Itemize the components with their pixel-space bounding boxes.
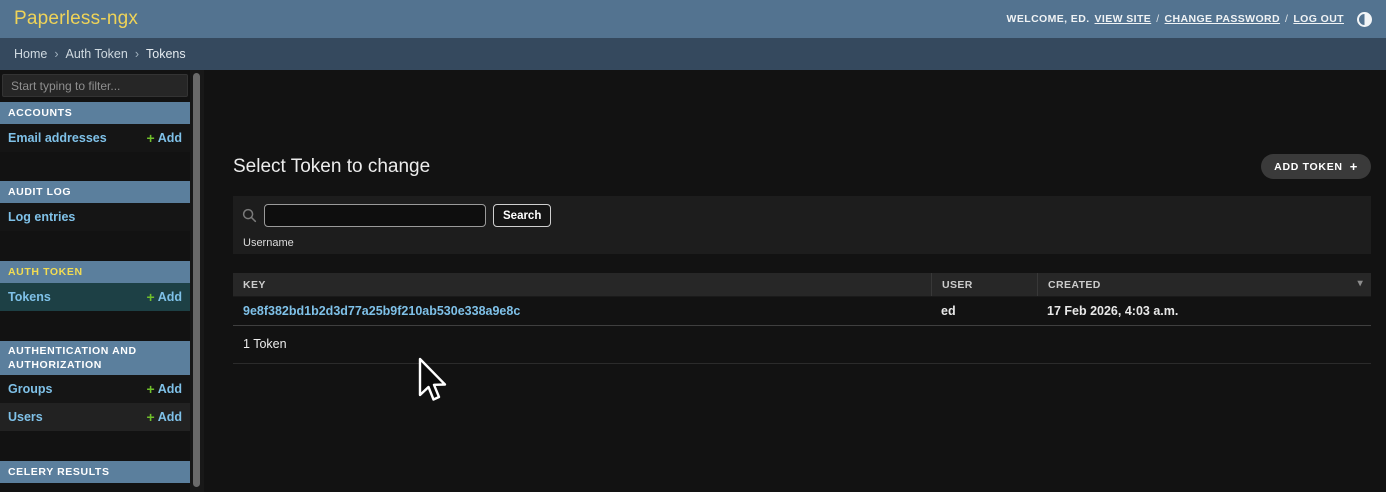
plus-icon: + [1350, 159, 1358, 174]
theme-toggle-icon[interactable] [1357, 12, 1372, 27]
add-user-link[interactable]: + Add [147, 409, 183, 425]
search-input[interactable] [264, 204, 486, 227]
nav-sidebar: ACCOUNTS Email addresses + Add AUDIT LOG… [0, 70, 190, 492]
sidebar-section-authentication: AUTHENTICATION AND AUTHORIZATION Groups … [0, 341, 190, 431]
sidebar-item-label: Groups [8, 382, 52, 396]
separator: / [1285, 13, 1288, 25]
breadcrumb-separator: › [54, 47, 58, 61]
token-user-cell: ed [931, 304, 1037, 318]
sidebar-section-accounts: ACCOUNTS Email addresses + Add [0, 102, 190, 152]
search-hint-label: Username [243, 237, 294, 249]
column-header-created[interactable]: CREATED ▾ [1037, 273, 1371, 296]
welcome-text: WELCOME, ED. [1007, 13, 1090, 25]
table-row: 9e8f382bd1b2d3d77a25b9f210ab530e338a9e8c… [233, 297, 1371, 326]
add-label: Add [158, 290, 182, 304]
column-header-created-label: CREATED [1048, 279, 1101, 291]
user-tools: WELCOME, ED. VIEW SITE / CHANGE PASSWORD… [1007, 12, 1372, 27]
add-token-button-label: ADD TOKEN [1274, 161, 1343, 173]
add-label: Add [158, 131, 182, 145]
sidebar-section-celery-results: CELERY RESULTS [0, 461, 190, 483]
results-table: KEY USER CREATED ▾ 9e8f382bd1b2d3d77a25b… [233, 273, 1371, 364]
add-token-button[interactable]: ADD TOKEN + [1261, 154, 1371, 179]
breadcrumb: Home › Auth Token › Tokens [0, 38, 1386, 70]
sidebar-scrollbar [190, 70, 204, 492]
sort-options-icon[interactable]: ▾ [1358, 278, 1363, 289]
logout-link[interactable]: LOG OUT [1293, 13, 1344, 25]
sidebar-item-label: Log entries [8, 210, 75, 224]
search-module: Search Username [233, 196, 1371, 254]
add-group-link[interactable]: + Add [147, 381, 183, 397]
breadcrumb-app-link[interactable]: Auth Token [66, 47, 128, 61]
sidebar-section-title-audit-log[interactable]: AUDIT LOG [0, 181, 190, 203]
breadcrumb-home-link[interactable]: Home [14, 47, 47, 61]
sidebar-item-email-addresses[interactable]: Email addresses + Add [0, 124, 190, 152]
plus-icon: + [147, 381, 155, 397]
sidebar-section-title-auth-token[interactable]: AUTH TOKEN [0, 261, 190, 283]
add-token-link[interactable]: + Add [147, 289, 183, 305]
sidebar-item-tokens[interactable]: Tokens + Add [0, 283, 190, 311]
sidebar-item-log-entries[interactable]: Log entries [0, 203, 190, 231]
page-title: Select Token to change [233, 156, 430, 178]
column-header-key[interactable]: KEY [233, 273, 931, 296]
plus-icon: + [147, 289, 155, 305]
sidebar-item-label: Tokens [8, 290, 51, 304]
token-key-cell: 9e8f382bd1b2d3d77a25b9f210ab530e338a9e8c [233, 304, 931, 318]
sidebar-section-title-authentication[interactable]: AUTHENTICATION AND AUTHORIZATION [0, 341, 190, 375]
main-content: Select Token to change ADD TOKEN + Searc… [204, 70, 1386, 492]
add-email-address-link[interactable]: + Add [147, 130, 183, 146]
sidebar-scrollbar-thumb[interactable] [193, 73, 200, 487]
sidebar-section-title-accounts[interactable]: ACCOUNTS [0, 102, 190, 124]
brand-link[interactable]: Paperless-ngx [14, 8, 138, 30]
separator: / [1156, 13, 1159, 25]
table-header-row: KEY USER CREATED ▾ [233, 273, 1371, 297]
sidebar-section-title-celery-results[interactable]: CELERY RESULTS [0, 461, 190, 483]
search-button[interactable]: Search [493, 204, 551, 227]
header-bar: Paperless-ngx WELCOME, ED. VIEW SITE / C… [0, 0, 1386, 38]
sidebar-item-users[interactable]: Users + Add [0, 403, 190, 431]
sidebar-section-auth-token: AUTH TOKEN Tokens + Add [0, 261, 190, 311]
add-label: Add [158, 382, 182, 396]
change-password-link[interactable]: CHANGE PASSWORD [1165, 13, 1280, 25]
plus-icon: + [147, 409, 155, 425]
plus-icon: + [147, 130, 155, 146]
sidebar-item-groups[interactable]: Groups + Add [0, 375, 190, 403]
breadcrumb-separator: › [135, 47, 139, 61]
breadcrumb-current: Tokens [146, 47, 186, 61]
result-count: 1 Token [233, 326, 1371, 364]
sidebar-item-label: Email addresses [8, 131, 107, 145]
view-site-link[interactable]: VIEW SITE [1095, 13, 1152, 25]
column-header-user[interactable]: USER [931, 273, 1037, 296]
sidebar-filter-input[interactable] [2, 74, 188, 97]
search-icon [242, 208, 257, 223]
token-key-link[interactable]: 9e8f382bd1b2d3d77a25b9f210ab530e338a9e8c [243, 304, 520, 318]
add-label: Add [158, 410, 182, 424]
sidebar-item-label: Users [8, 410, 43, 424]
token-created-cell: 17 Feb 2026, 4:03 a.m. [1037, 304, 1371, 318]
sidebar-section-audit-log: AUDIT LOG Log entries [0, 181, 190, 231]
